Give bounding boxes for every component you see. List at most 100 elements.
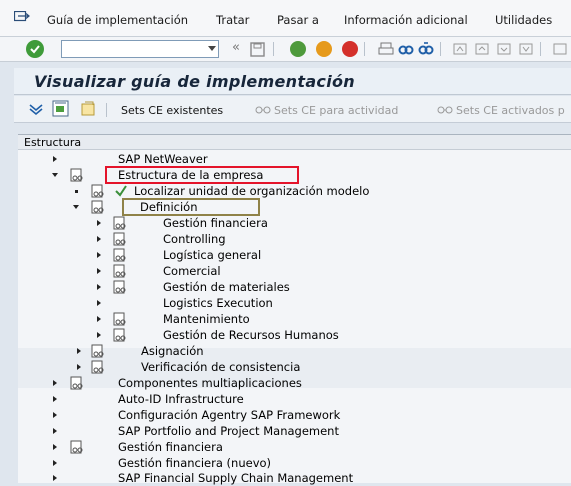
menu-pasar-a[interactable]: Pasar a	[277, 13, 319, 27]
tree-node-verificacion[interactable]: Verificación de consistencia	[18, 359, 571, 375]
page-title: Visualizar guía de implementación	[34, 72, 355, 91]
tree-node-asignacion[interactable]: Asignación	[18, 343, 571, 359]
tree-header: Estructura	[18, 135, 571, 150]
tree-node-logistics-execution[interactable]: Logistics Execution	[18, 295, 571, 311]
chevron-right-icon[interactable]	[53, 475, 57, 481]
tree-node-label: Gestión financiera	[118, 440, 223, 454]
chevron-right-icon[interactable]	[53, 460, 57, 466]
toolbar-separator	[364, 42, 365, 56]
sets-ce-actividad-button[interactable]: Sets CE para actividad	[274, 104, 398, 117]
glasses-document-icon	[113, 264, 126, 278]
chevron-right-icon[interactable]	[53, 444, 57, 450]
menu-utilidades[interactable]: Utilidades	[495, 13, 552, 27]
find-icon[interactable]	[398, 41, 414, 57]
glasses-document-icon	[113, 328, 126, 342]
tree-node-label: Asignación	[141, 344, 204, 358]
back-icon[interactable]	[290, 41, 306, 57]
checkmark-icon	[30, 45, 40, 54]
application-toolbar: Sets CE existentes Sets CE para activida…	[14, 96, 571, 123]
sets-ce-activados-button[interactable]: Sets CE activados p	[456, 104, 565, 117]
tree-node-definicion[interactable]: Definición	[18, 199, 571, 215]
tree-node-logistica-general[interactable]: Logística general	[18, 247, 571, 263]
tree-node-label: SAP NetWeaver	[118, 152, 208, 166]
menu-icon[interactable]	[14, 11, 30, 23]
chevron-right-icon[interactable]	[53, 428, 57, 434]
tree-node-label: Controlling	[163, 232, 226, 246]
chevron-right-icon[interactable]	[53, 156, 57, 162]
chevron-right-icon[interactable]	[97, 284, 101, 290]
tree-node-controlling[interactable]: Controlling	[18, 231, 571, 247]
title-bar: Visualizar guía de implementación	[14, 68, 571, 95]
tree-node-componentes-multiaplicaciones[interactable]: Componentes multiaplicaciones	[18, 375, 571, 391]
chevron-right-icon[interactable]	[53, 396, 57, 402]
glasses-document-icon	[113, 312, 126, 326]
documentation-icon[interactable]	[79, 100, 97, 117]
tree-node-label: Gestión de Recursos Humanos	[163, 328, 339, 342]
tree-node-label: Verificación de consistencia	[141, 360, 301, 374]
enter-button[interactable]	[26, 40, 44, 58]
command-field[interactable]	[61, 40, 219, 58]
chevron-right-icon[interactable]	[77, 348, 81, 354]
chevron-right-icon[interactable]	[53, 412, 57, 418]
chevron-right-icon[interactable]	[97, 332, 101, 338]
tree-node-auto-id[interactable]: Auto-ID Infrastructure	[18, 391, 571, 407]
toolbar-separator	[273, 42, 274, 56]
tree-node-label: Componentes multiaplicaciones	[118, 376, 302, 390]
tree-node-gestion-materiales[interactable]: Gestión de materiales	[18, 279, 571, 295]
glasses-document-icon	[113, 216, 126, 230]
tree-node-label: Logistics Execution	[163, 296, 273, 310]
tree-node-sap-portfolio[interactable]: SAP Portfolio and Project Management	[18, 423, 571, 439]
tree-node-gestion-financiera-nuevo[interactable]: Gestión financiera (nuevo)	[18, 455, 571, 471]
chevron-right-icon[interactable]	[97, 236, 101, 242]
menu-tratar[interactable]: Tratar	[216, 13, 249, 27]
execute-icon[interactable]	[114, 184, 128, 198]
double-chevron-left-icon[interactable]: «	[232, 40, 240, 55]
chevron-right-icon[interactable]	[77, 364, 81, 370]
last-page-icon[interactable]	[518, 42, 534, 56]
chevron-down-icon[interactable]	[208, 46, 216, 51]
print-icon[interactable]	[378, 42, 394, 57]
previous-page-icon[interactable]	[474, 42, 490, 56]
exit-icon[interactable]	[316, 41, 332, 57]
expand-all-icon[interactable]	[28, 102, 44, 116]
chevron-right-icon[interactable]	[97, 316, 101, 322]
glasses-document-icon	[113, 232, 126, 246]
chevron-right-icon[interactable]	[97, 220, 101, 226]
tree-node-mantenimiento[interactable]: Mantenimiento	[18, 311, 571, 327]
chevron-right-icon[interactable]	[53, 380, 57, 386]
chevron-down-icon[interactable]	[73, 205, 79, 209]
tree-node-gestion-financiera-def[interactable]: Gestión financiera	[18, 215, 571, 231]
chevron-down-icon[interactable]	[52, 173, 58, 177]
tree-node-label: Gestión de materiales	[163, 280, 290, 294]
tree-node-sap-fscm[interactable]: SAP Financial Supply Chain Management	[18, 470, 571, 486]
bullet-icon	[75, 190, 78, 193]
menu-guia[interactable]: Guía de implementación	[47, 13, 188, 27]
tree-node-label: SAP Financial Supply Chain Management	[118, 471, 354, 485]
chevron-right-icon[interactable]	[97, 268, 101, 274]
window-icon[interactable]	[552, 42, 568, 56]
sets-ce-existentes-button[interactable]: Sets CE existentes	[121, 104, 223, 117]
menu-informacion-adicional[interactable]: Información adicional	[344, 13, 468, 27]
find-next-icon[interactable]	[418, 41, 434, 57]
save-icon[interactable]	[250, 42, 265, 57]
tree-node-label: Estructura de la empresa	[118, 168, 264, 182]
tree-node-label: Mantenimiento	[163, 312, 250, 326]
chevron-right-icon[interactable]	[97, 252, 101, 258]
tree-node-gestion-financiera[interactable]: Gestión financiera	[18, 439, 571, 455]
glasses-document-icon	[70, 440, 83, 454]
tree-node-estructura-empresa[interactable]: Estructura de la empresa	[18, 167, 571, 183]
tree-node-comercial[interactable]: Comercial	[18, 263, 571, 279]
structure-icon[interactable]	[52, 100, 70, 117]
glasses-document-icon	[91, 184, 104, 198]
toolbar-separator	[540, 42, 541, 56]
tree-node-configuracion-agentry[interactable]: Configuración Agentry SAP Framework	[18, 407, 571, 423]
chevron-right-icon[interactable]	[97, 300, 101, 306]
first-page-icon[interactable]	[452, 42, 468, 56]
next-page-icon[interactable]	[496, 42, 512, 56]
tree-node-gestion-rrhh[interactable]: Gestión de Recursos Humanos	[18, 327, 571, 343]
cancel-icon[interactable]	[342, 41, 358, 57]
tree-node-sap-netweaver[interactable]: SAP NetWeaver	[18, 151, 571, 167]
glasses-document-icon	[70, 376, 83, 390]
tree-node-localizar-unidad[interactable]: Localizar unidad de organización modelo	[18, 183, 571, 199]
glasses-document-icon	[91, 344, 104, 358]
